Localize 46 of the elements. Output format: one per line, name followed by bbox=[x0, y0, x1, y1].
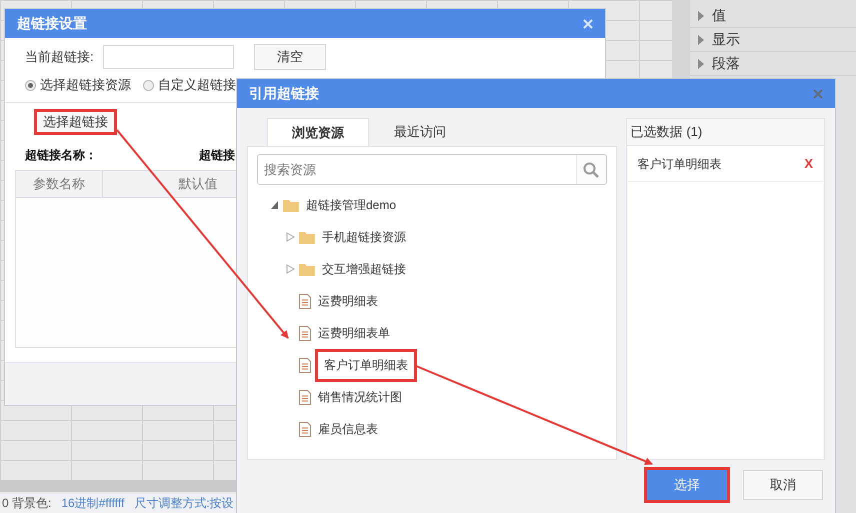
section-label[interactable]: 值 bbox=[712, 6, 726, 24]
clear-button[interactable]: 清空 bbox=[254, 44, 326, 70]
field-label: 当前超链接: bbox=[25, 48, 95, 66]
remove-button[interactable]: X bbox=[804, 156, 813, 173]
column-header: 参数名称 bbox=[16, 171, 103, 197]
tab[interactable]: 最近访问 bbox=[369, 118, 471, 146]
dialog-title: 超链接设置 bbox=[17, 14, 87, 32]
input-field[interactable] bbox=[103, 45, 234, 69]
tab[interactable]: 浏览资源 bbox=[267, 118, 369, 146]
tree-item[interactable]: 雇员信息表 bbox=[315, 418, 381, 440]
expander-icon[interactable] bbox=[698, 10, 704, 20]
field-label: 超链接 bbox=[199, 147, 235, 164]
selected-item: 客户订单明细表 bbox=[638, 156, 722, 173]
dialog-button[interactable]: 取消 bbox=[743, 470, 823, 500]
status-text: 16进制#ffffff bbox=[61, 495, 124, 512]
radio-label[interactable]: 选择超链接资源 bbox=[40, 76, 131, 94]
tree-item[interactable]: 运费明细表单 bbox=[315, 322, 393, 344]
document-icon bbox=[299, 294, 311, 308]
expander-icon[interactable] bbox=[270, 200, 278, 210]
folder-icon bbox=[299, 230, 315, 244]
tree-item[interactable]: 客户订单明细表 bbox=[315, 348, 417, 382]
tree-item[interactable]: 交互增强超链接 bbox=[319, 258, 409, 280]
tree-item[interactable]: 超链接管理demo bbox=[303, 194, 400, 216]
expander-icon[interactable] bbox=[698, 58, 704, 68]
section-label[interactable]: 显示 bbox=[712, 30, 740, 48]
tree-item[interactable]: 销售情况统计图 bbox=[315, 386, 405, 408]
radio-button[interactable] bbox=[25, 80, 36, 90]
status-text: 0 背景色: bbox=[2, 495, 52, 512]
dialog-title: 引用超链接 bbox=[249, 84, 319, 102]
document-icon bbox=[299, 326, 311, 340]
document-icon bbox=[299, 422, 311, 436]
tree-item[interactable]: 运费明细表 bbox=[315, 290, 381, 312]
expander-icon[interactable] bbox=[698, 34, 704, 44]
folder-icon bbox=[299, 262, 315, 276]
tree-item[interactable]: 手机超链接资源 bbox=[319, 226, 409, 248]
close-icon[interactable] bbox=[813, 88, 823, 98]
document-icon bbox=[299, 358, 311, 372]
search-icon[interactable] bbox=[583, 162, 600, 178]
radio-button[interactable] bbox=[143, 80, 154, 90]
search-field[interactable]: 搜索资源 bbox=[257, 154, 607, 185]
field-label: 超链接名称： bbox=[25, 147, 98, 164]
section-label[interactable]: 段落 bbox=[712, 54, 740, 72]
status-text: 尺寸调整方式:按设 bbox=[134, 495, 234, 512]
document-icon bbox=[299, 390, 311, 404]
select-link-button[interactable]: 选择超链接 bbox=[34, 109, 117, 135]
radio-label[interactable]: 自定义超链接 bbox=[158, 76, 236, 94]
